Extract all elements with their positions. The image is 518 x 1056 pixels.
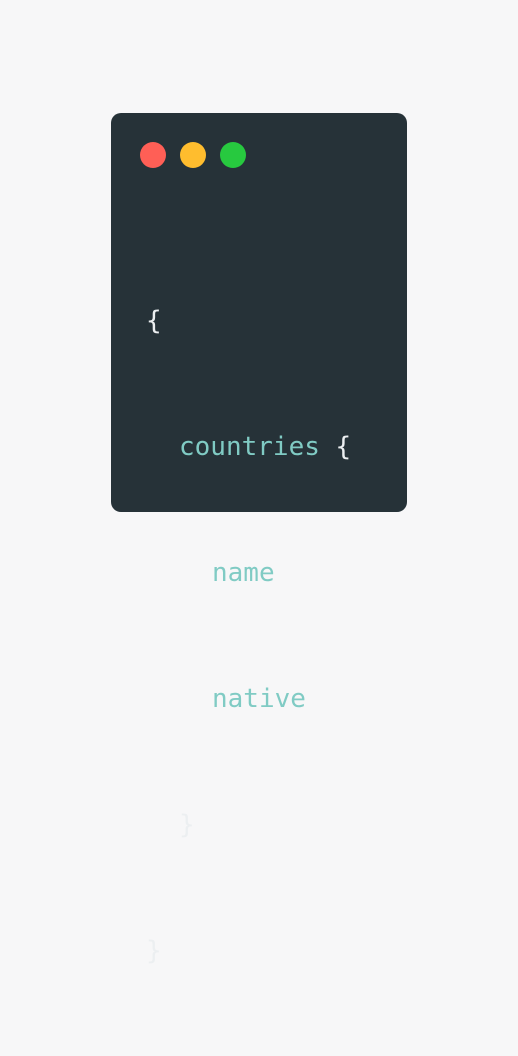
code-line-3: name [146, 552, 351, 594]
code-window: { countries { name native } } [111, 113, 407, 966]
code-line-5: } [146, 804, 351, 846]
maximize-dot-icon[interactable] [220, 142, 246, 168]
graphql-query-code: { countries { name native } } [146, 216, 351, 1056]
code-line-1: { [146, 300, 351, 342]
countries-close-brace: } [179, 810, 195, 840]
countries-open-brace: { [335, 432, 352, 462]
code-line-4: native [146, 678, 351, 720]
window-controls [140, 142, 246, 168]
code-line-6: } [146, 930, 351, 972]
minimize-dot-icon[interactable] [180, 142, 206, 168]
code-line-2: countries { [146, 426, 351, 468]
close-dot-icon[interactable] [140, 142, 166, 168]
open-brace: { [146, 306, 162, 336]
field-countries: countries [179, 432, 320, 462]
field-name: name [212, 558, 275, 588]
field-native: native [212, 684, 306, 714]
close-brace: } [146, 936, 162, 966]
